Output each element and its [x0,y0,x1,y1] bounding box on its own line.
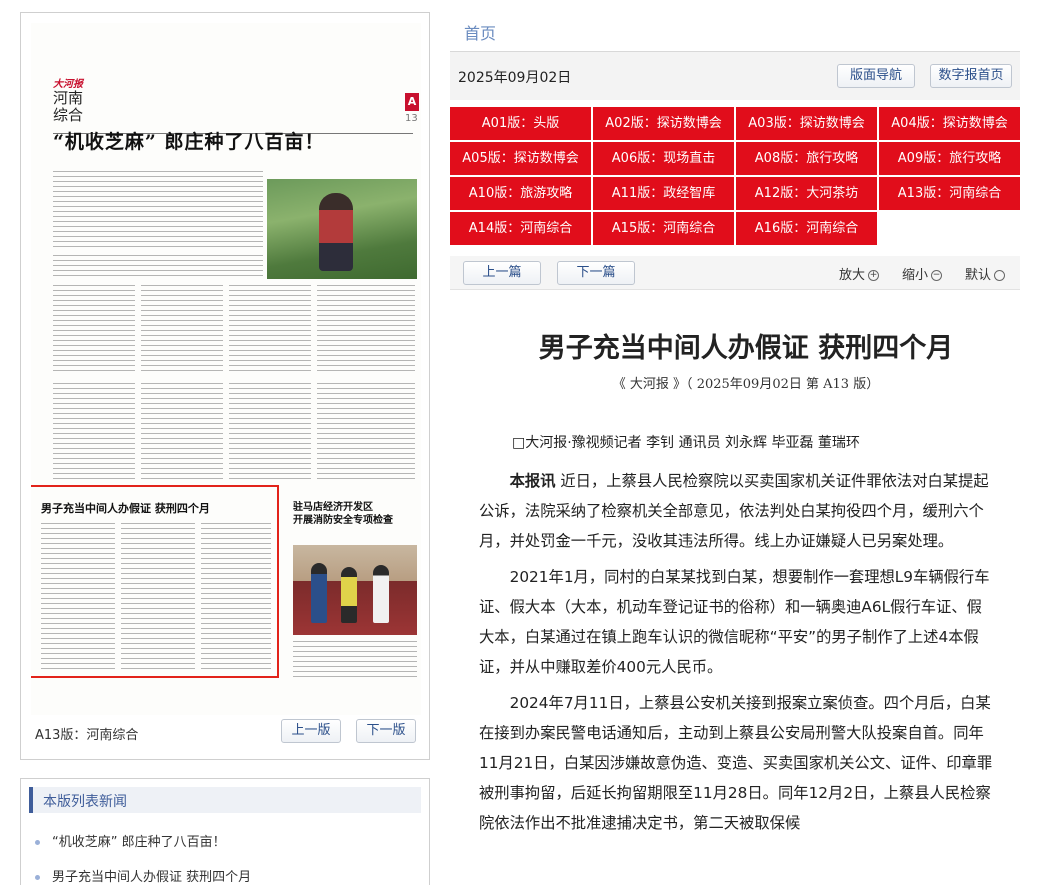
article-title: 男子充当中间人办假证 获刑四个月 [538,333,954,364]
circle-icon [994,270,1006,281]
paragraph-text: 近日，上蔡县人民检察院以买卖国家机关证件罪依法对白某提起公诉，法院采纳了检察机关… [479,472,989,550]
page-preview-panel: 大河报 河南综合 A 13 “机收芝麻” 郎庄种了八百亩！ 男子充当中间人办假证… [20,12,430,760]
edition-a05[interactable]: A05版：探访数博会 [450,142,591,175]
edition-a08[interactable]: A08版：旅行攻略 [736,142,877,175]
prev-article-button[interactable]: 上一篇 [463,261,541,285]
zoom-default-label: 默认 [965,268,992,283]
text-column [229,383,311,483]
list-item[interactable]: “机收芝麻” 郎庄种了八百亩！ [35,831,226,850]
fire-inspection-photo [293,545,417,635]
next-article-button[interactable]: 下一篇 [557,261,635,285]
issue-date: 2025年09月02日 [458,70,572,86]
article-paragraph: 2024年7月11日，上蔡县公安机关接到报案立案侦查。四个月后，白某在接到办案民… [479,694,993,832]
newspaper-page-number: 13 [405,113,418,124]
edition-a03[interactable]: A03版：探访数博会 [736,107,877,140]
page-news-list-panel: 本版列表新闻 “机收芝麻” 郎庄种了八百亩！ 男子充当中间人办假证 获刑四个月 [20,778,430,885]
text-column [317,285,415,375]
digital-home-button[interactable]: 数字报首页 [930,64,1012,88]
zoom-default-control[interactable]: 默认 [965,264,1006,283]
article-byline: □大河报·豫视频记者 李钊 通讯员 刘永辉 毕亚磊 董瑞环 [512,435,860,451]
sesame-farm-photo [267,179,417,279]
plus-circle-icon: + [868,270,880,281]
text-column [53,171,263,249]
article-paragraph: 本报讯 近日，上蔡县人民检察院以买卖国家机关证件罪依法对白某提起公诉，法院采纳了… [479,466,993,556]
farmer-figure [319,193,353,271]
list-item-label: 男子充当中间人办假证 获刑四个月 [52,870,252,885]
person-figure [341,567,357,623]
article-control-bar: 上一篇 下一篇 放大 + 缩小 − 默认 [450,256,1020,290]
article-paragraph: 2021年1月，同村的白某某找到白某，想要制作一套理想L9车辆假行车证、假大本（… [479,568,990,676]
edition-a09[interactable]: A09版：旅行攻略 [879,142,1020,175]
home-link[interactable]: 首页 [464,20,496,44]
person-figure [311,563,327,623]
edition-a16[interactable]: A16版：河南综合 [736,212,877,245]
text-column [121,523,195,673]
newspaper-page-letter: A [405,93,419,111]
edition-a02[interactable]: A02版：探访数博会 [593,107,734,140]
text-column [141,285,223,375]
edition-a06[interactable]: A06版：现场直击 [593,142,734,175]
edition-a12[interactable]: A12版：大河茶坊 [736,177,877,210]
prev-page-button[interactable]: 上一版 [281,719,341,743]
text-column [229,285,311,375]
text-column [141,383,223,483]
bullet-icon [35,875,40,880]
edition-a10[interactable]: A10版：旅游攻略 [450,177,591,210]
list-panel-header: 本版列表新闻 [29,787,421,813]
layout-nav-button[interactable]: 版面导航 [837,64,915,88]
zoom-out-control[interactable]: 缩小 − [902,264,943,283]
side-headline-line-2: 开展消防安全专项检查 [293,515,393,526]
masthead-section: 河南综合 [53,89,84,124]
side-headline-line-1: 驻马店经济开发区 [293,502,373,513]
zoom-out-label: 缩小 [902,268,929,283]
current-page-label: A13版：河南综合 [35,728,139,743]
edition-a01[interactable]: A01版：头版 [450,107,591,140]
edition-grid: A01版：头版 A02版：探访数博会 A03版：探访数博会 A04版：探访数博会… [450,107,1020,247]
newspaper-masthead: 大河报 河南综合 [53,75,91,133]
text-column [53,383,135,483]
list-panel-title: 本版列表新闻 [43,794,127,810]
masthead-tag: 大河报 [53,79,83,90]
zoom-in-label: 放大 [839,268,866,283]
highlight-headline: 男子充当中间人办假证 获刑四个月 [41,502,210,515]
bullet-icon [35,840,40,845]
text-column [201,523,271,673]
edition-a04[interactable]: A04版：探访数博会 [879,107,1020,140]
newspaper-headline: “机收芝麻” 郎庄种了八百亩！ [53,131,325,153]
person-figure [373,565,389,623]
article-source: 《 大河报 》（ 2025年09月02日 第 A13 版） [612,377,880,392]
text-column [53,285,135,375]
list-item[interactable]: 男子充当中间人办假证 获刑四个月 [35,866,251,885]
zoom-in-control[interactable]: 放大 + [839,264,880,283]
article-body: 本报讯 近日，上蔡县人民检察院以买卖国家机关证件罪依法对白某提起公诉，法院采纳了… [479,466,993,844]
next-page-button[interactable]: 下一版 [356,719,416,743]
edition-a11[interactable]: A11版：政经智库 [593,177,734,210]
lead-label: 本报讯 [509,472,556,490]
edition-a15[interactable]: A15版：河南综合 [593,212,734,245]
list-item-label: “机收芝麻” 郎庄种了八百亩！ [52,835,226,850]
side-headline: 驻马店经济开发区 开展消防安全专项检查 [293,501,393,527]
text-column [293,641,417,677]
newspaper-page-image[interactable]: 大河报 河南综合 A 13 “机收芝麻” 郎庄种了八百亩！ 男子充当中间人办假证… [31,23,421,715]
text-column [317,383,415,483]
date-bar: 2025年09月02日 版面导航 数字报首页 [450,52,1020,100]
minus-circle-icon: − [931,270,943,281]
text-column [53,255,263,279]
text-column [41,523,115,673]
edition-a13[interactable]: A13版：河南综合 [879,177,1020,210]
edition-a14[interactable]: A14版：河南综合 [450,212,591,245]
